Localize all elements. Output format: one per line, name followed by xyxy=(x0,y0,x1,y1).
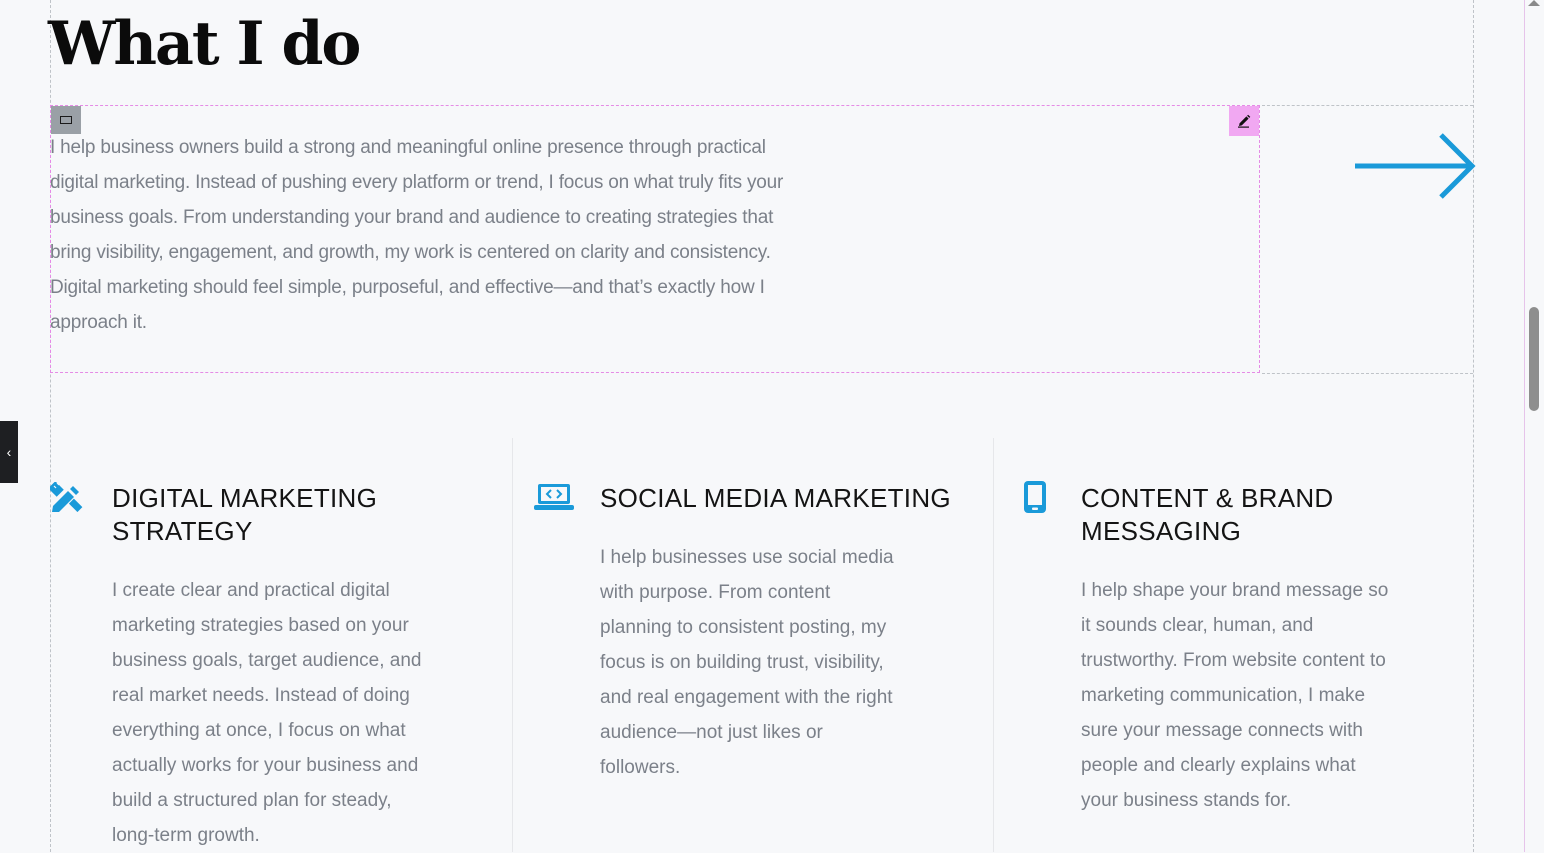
mobile-phone-icon xyxy=(1024,481,1046,513)
laptop-code-icon xyxy=(534,484,574,510)
service-title-strategy: DIGITAL MARKETING STRATEGY xyxy=(112,483,378,546)
service-title-social: SOCIAL MEDIA MARKETING xyxy=(600,483,951,513)
scrollbar-track[interactable] xyxy=(1524,0,1544,852)
text-editor-widget[interactable]: I help business owners build a strong an… xyxy=(50,105,1260,373)
service-desc-strategy: I create clear and practical digital mar… xyxy=(112,580,422,846)
service-desc-social: I help businesses use social media with … xyxy=(600,547,894,778)
chevron-left-icon: ‹ xyxy=(6,444,12,460)
service-title-content: CONTENT & BRAND MESSAGING xyxy=(1081,483,1334,546)
scroll-up-icon[interactable] xyxy=(1528,0,1540,6)
rectangle-icon xyxy=(60,116,72,124)
side-panel-toggle[interactable]: ‹ xyxy=(0,421,18,483)
row-guide-bottom xyxy=(1262,373,1473,374)
arrow-right-icon[interactable] xyxy=(1352,130,1477,202)
intro-paragraph: I help business owners build a strong an… xyxy=(50,137,784,333)
column-divider xyxy=(993,438,994,852)
row-guide-top xyxy=(1262,105,1473,106)
page-canvas: What I do I help business owners build a… xyxy=(0,0,1544,852)
pencil-icon xyxy=(1238,114,1251,128)
section-guide-right xyxy=(1473,0,1474,852)
service-desc-content: I help shape your brand message so it so… xyxy=(1081,580,1389,811)
pencil-ruler-icon xyxy=(50,482,83,512)
edit-widget-button[interactable] xyxy=(1229,106,1259,136)
scrollbar-thumb[interactable] xyxy=(1529,307,1539,411)
column-divider xyxy=(512,438,513,852)
section-heading: What I do xyxy=(48,9,361,79)
